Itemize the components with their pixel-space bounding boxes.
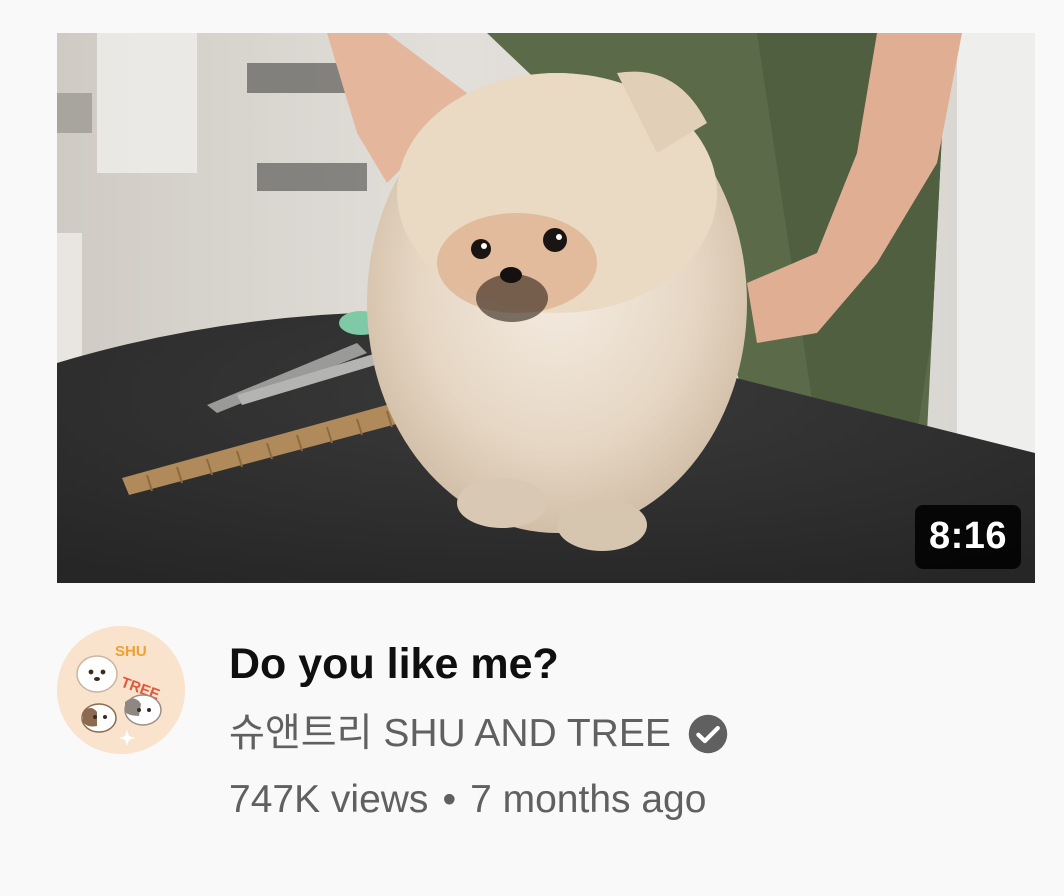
video-stats: 747K views • 7 months ago	[229, 774, 1029, 826]
svg-text:SHU: SHU	[115, 643, 147, 660]
duration-badge: 8:16	[914, 505, 1021, 569]
thumbnail-image	[57, 33, 1035, 583]
video-details: SHU TREE Do you like me? 슈앤트리 SHU AND TR…	[57, 626, 1037, 856]
video-card: 8:16 SHU TREE Do you like me? 슈앤트리 SHU A…	[0, 0, 1064, 896]
verified-check-icon	[687, 713, 729, 755]
video-meta: Do you like me? 슈앤트리 SHU AND TREE 747K v…	[229, 626, 1029, 826]
video-title[interactable]: Do you like me?	[229, 626, 1029, 690]
channel-name[interactable]: 슈앤트리 SHU AND TREE	[229, 710, 671, 758]
channel-row: 슈앤트리 SHU AND TREE	[229, 710, 1029, 758]
channel-avatar[interactable]: SHU TREE	[57, 626, 185, 754]
separator-dot: •	[442, 778, 457, 821]
channel-logo-image: SHU TREE	[57, 626, 185, 754]
video-thumbnail[interactable]: 8:16	[57, 33, 1035, 583]
view-count: 747K views	[229, 778, 429, 821]
upload-age: 7 months ago	[470, 778, 707, 821]
